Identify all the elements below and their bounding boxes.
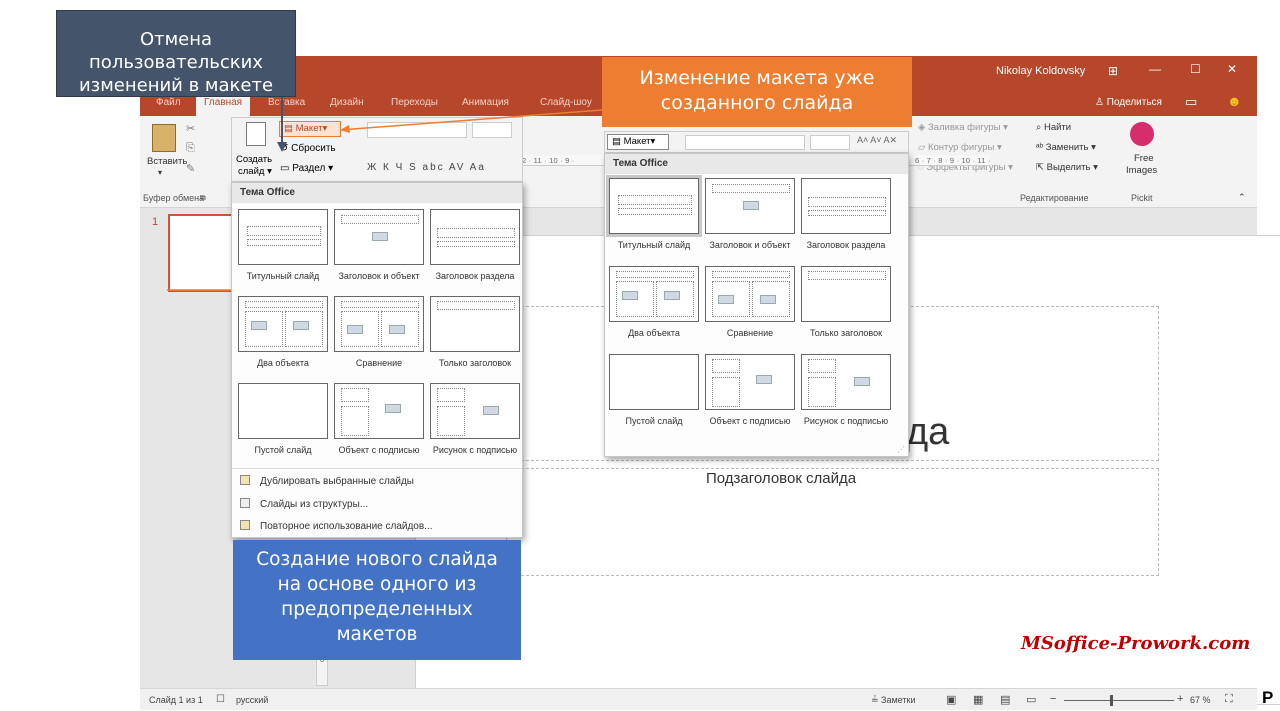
layout-arrow bbox=[339, 109, 603, 131]
screenshot-stage: { "window": { "user": "Nikolay Koldovsky… bbox=[0, 0, 1280, 711]
reset-arrow-head bbox=[277, 142, 287, 152]
connector-arrows bbox=[167, 97, 603, 291]
watermark-logo: MSoffice-Prowork.com bbox=[1021, 633, 1251, 654]
layout-arrow-head bbox=[340, 125, 350, 133]
corner-letter: Р bbox=[1262, 688, 1274, 707]
